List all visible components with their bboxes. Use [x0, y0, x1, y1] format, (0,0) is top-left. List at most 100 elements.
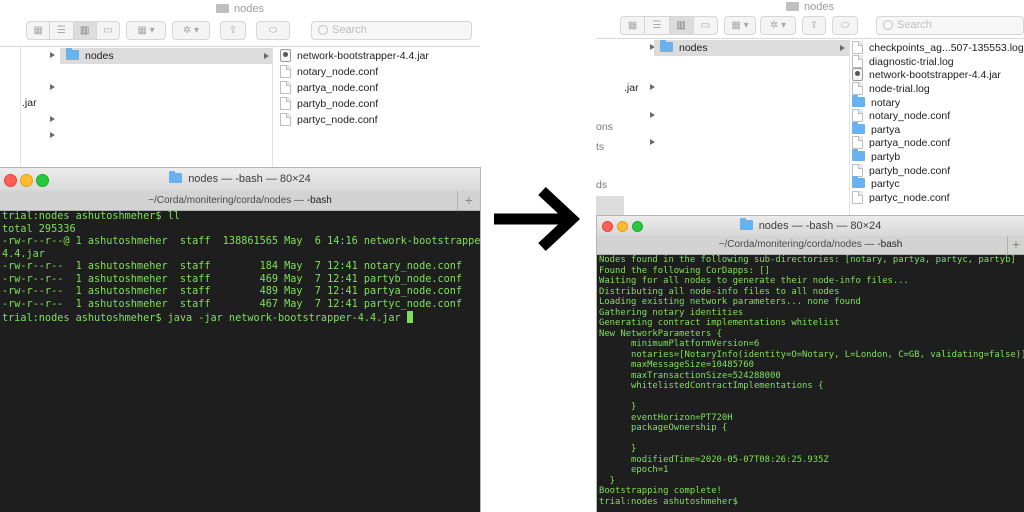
sidebar-selected-item[interactable] [596, 196, 624, 218]
sidebar-partial-label: ts [596, 141, 605, 153]
left-terminal-output[interactable]: trial:nodes ashutoshmeher$ ll total 2953… [0, 211, 480, 512]
search-placeholder: Search [332, 24, 367, 36]
right-terminal-window: nodes — -bash — 80×24 ~/Corda/monitering… [597, 216, 1024, 512]
sidebar-partial-item[interactable]: .jar [22, 95, 52, 111]
left-finder-title-text: nodes [234, 3, 264, 15]
tag-icon: ⬭ [840, 20, 850, 31]
sidebar-partial-item[interactable]: ds [596, 177, 607, 193]
search-input[interactable]: Search [876, 16, 1024, 35]
sidebar-partial-item[interactable]: ons [596, 119, 613, 135]
close-icon[interactable] [602, 221, 613, 232]
right-arrow-icon [490, 184, 582, 259]
file-name: checkpoints_ag...507-135553.log [869, 42, 1024, 54]
close-icon[interactable] [4, 174, 17, 187]
list-view-button[interactable]: ☰ [645, 17, 670, 34]
terminal-line: packageOwnership { [599, 423, 728, 433]
chevron-right-icon [264, 53, 269, 59]
column-view-button[interactable]: ▥ [73, 22, 97, 39]
left-terminal-window: nodes — -bash — 80×24 ~/Corda/monitering… [0, 168, 480, 512]
disclosure-triangle-icon[interactable] [50, 132, 55, 138]
minimize-icon[interactable] [20, 174, 33, 187]
column-item-nodes[interactable]: nodes [654, 40, 849, 56]
share-button[interactable]: ⇪ [802, 16, 826, 35]
disclosure-triangle-icon[interactable] [50, 84, 55, 90]
zoom-icon[interactable] [36, 174, 49, 187]
search-input[interactable]: Search [311, 21, 472, 40]
file-item[interactable]: partyc_node.conf [280, 112, 378, 128]
group-button[interactable]: ▦ ▾ [724, 16, 756, 35]
disclosure-triangle-icon[interactable] [50, 116, 55, 122]
disclosure-triangle-icon[interactable] [50, 52, 55, 58]
terminal-line: } [599, 444, 637, 454]
column-item-nodes[interactable]: nodes [60, 48, 272, 64]
toolbar-divider [596, 38, 1024, 39]
terminal-line: whitelistedContractImplementations { [599, 381, 824, 391]
left-terminal-tab[interactable]: ~/Corda/monitering/corda/nodes — -bash [0, 191, 480, 211]
right-terminal-output[interactable]: Nodes found in the following sub-directo… [597, 255, 1024, 512]
column-divider [20, 47, 21, 170]
tab-process: -bash [306, 195, 332, 206]
minimize-icon[interactable] [617, 221, 628, 232]
view-mode-selector[interactable]: ▦ ☰ ▥ ▭ [26, 21, 120, 40]
folder-icon [852, 122, 865, 134]
list-view-button[interactable]: ☰ [50, 22, 74, 39]
view-mode-selector[interactable]: ▦ ☰ ▥ ▭ [620, 16, 718, 35]
action-gear-button[interactable]: ✲ ▾ [760, 16, 796, 35]
file-item[interactable]: network-bootstrapper-4.4.jar [280, 48, 429, 64]
terminal-line: -rw-r--r-- 1 ashutoshmeher staff 184 May… [2, 261, 463, 272]
terminal-line: modifiedTime=2020-05-07T08:26:25.935Z [599, 454, 829, 465]
sidebar-partial-label: ds [596, 179, 608, 191]
terminal-line: -rw-r--r--@ 1 ashutoshmeher staff 138861… [2, 236, 480, 247]
folder-icon [660, 40, 673, 52]
file-name: partya_node.conf [297, 82, 379, 94]
file-item[interactable]: partyc_node.conf [852, 190, 950, 206]
folder-name: partyc [871, 178, 900, 190]
icon-view-button[interactable]: ▦ [621, 17, 646, 34]
action-gear-button[interactable]: ✲ ▾ [172, 21, 210, 40]
folder-name: partyb [871, 151, 901, 163]
file-item[interactable]: partyb_node.conf [280, 96, 378, 112]
terminal-line: notaries=[NotaryInfo(identity=O=Notary, … [599, 349, 1024, 360]
gallery-view-button[interactable]: ▭ [97, 22, 119, 39]
terminal-line: Distributing all node-info files to all … [599, 286, 840, 297]
sidebar-partial-item[interactable]: ts [596, 139, 604, 155]
document-icon [852, 82, 863, 95]
document-icon [280, 113, 291, 126]
column-view-button[interactable]: ▥ [669, 17, 694, 34]
tag-icon: ⬭ [268, 25, 278, 36]
folder-icon [739, 218, 753, 230]
terminal-line: Waiting for all nodes to generate their … [599, 276, 909, 286]
tag-button[interactable]: ⬭ [832, 16, 858, 35]
icon-view-button[interactable]: ▦ [27, 22, 51, 39]
sidebar-partial-item[interactable]: .jar [624, 80, 639, 96]
share-icon: ⇪ [809, 20, 819, 31]
terminal-line: maxTransactionSize=524288000 [599, 370, 781, 381]
right-finder-title-text: nodes [804, 1, 834, 13]
new-tab-button[interactable]: + [457, 191, 480, 210]
disclosure-triangle-icon[interactable] [650, 84, 655, 90]
search-icon [318, 25, 328, 35]
share-button[interactable]: ⇪ [220, 21, 246, 40]
zoom-icon[interactable] [632, 221, 643, 232]
search-placeholder: Search [897, 19, 932, 31]
tag-button[interactable]: ⬭ [256, 21, 290, 40]
file-name: partyc_node.conf [869, 192, 950, 204]
file-name: notary_node.conf [297, 66, 379, 78]
group-button[interactable]: ▦ ▾ [126, 21, 166, 40]
document-icon [852, 136, 863, 149]
disclosure-triangle-icon[interactable] [650, 112, 655, 118]
file-item[interactable]: notary_node.conf [280, 64, 378, 80]
terminal-line: Gathering notary identities [599, 307, 744, 318]
terminal-line: -rw-r--r-- 1 ashutoshmeher staff 469 May… [2, 273, 463, 285]
gallery-view-button[interactable]: ▭ [694, 17, 717, 34]
disclosure-triangle-icon[interactable] [650, 139, 655, 145]
new-tab-button[interactable]: + [1007, 236, 1024, 254]
file-item[interactable]: partya_node.conf [280, 80, 378, 96]
right-terminal-tab[interactable]: ~/Corda/monitering/corda/nodes — -bash [597, 236, 1024, 255]
search-icon [883, 20, 893, 30]
terminal-line: eventHorizon=PT720H [599, 412, 733, 423]
text-cursor [406, 311, 413, 323]
terminal-line: Loading existing network parameters... n… [599, 297, 861, 307]
document-icon [280, 65, 291, 78]
tab-path: ~/Corda/monitering/corda/nodes — [148, 195, 307, 206]
